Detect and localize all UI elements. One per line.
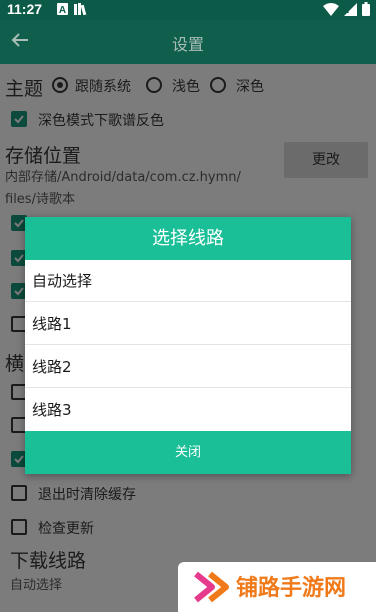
watermark-logo-icon <box>192 570 232 608</box>
dialog-item-line1[interactable]: 线路1 <box>25 303 351 345</box>
download-line-label[interactable]: 下载线路 <box>10 546 86 573</box>
clear-cache-label: 退出时清除缓存 <box>38 487 136 503</box>
partial-section-heading: 横 <box>5 353 25 375</box>
download-line-value: 自动选择 <box>10 578 63 593</box>
dialog-close-button[interactable]: 关闭 <box>25 431 351 474</box>
dark-invert-checkbox[interactable] <box>11 111 27 127</box>
theme-radio-light[interactable] <box>146 77 162 93</box>
theme-radio-system[interactable] <box>52 77 68 93</box>
watermark: 铺路手游网 <box>178 562 376 612</box>
dialog-item-auto[interactable]: 自动选择 <box>25 260 351 302</box>
theme-radio-dark[interactable] <box>210 77 226 93</box>
dialog-item-line2[interactable]: 线路2 <box>25 346 351 388</box>
check-update-label: 检查更新 <box>38 521 94 537</box>
app-bar: 设置 <box>0 20 376 64</box>
theme-option-system[interactable]: 跟随系统 <box>75 76 131 96</box>
battery-icon <box>362 2 370 21</box>
library-notification-icon <box>74 3 88 19</box>
check-update-checkbox[interactable] <box>11 519 27 535</box>
clear-cache-checkbox[interactable] <box>11 485 27 501</box>
signal-icon <box>344 2 357 21</box>
page-title: 设置 <box>171 35 204 54</box>
a-notification-icon: A <box>57 3 68 19</box>
dialog-item-line3[interactable]: 线路3 <box>25 389 351 431</box>
theme-label: 主题 <box>5 78 44 100</box>
storage-label: 存储位置 <box>5 145 82 167</box>
watermark-text: 铺路手游网 <box>236 576 347 601</box>
status-bar: 11:27 A <box>0 0 376 20</box>
svg-text:A: A <box>59 5 66 15</box>
wifi-icon <box>323 2 339 21</box>
select-line-dialog: 选择线路 自动选择 线路1 线路2 线路3 关闭 <box>25 217 351 474</box>
status-time: 11:27 <box>7 1 43 17</box>
status-icons <box>323 2 370 21</box>
dialog-title: 选择线路 <box>25 217 351 260</box>
theme-option-light[interactable]: 浅色 <box>172 76 200 96</box>
storage-path: 内部存储/Android/data/com.cz.hymn/ <box>5 170 241 185</box>
theme-option-dark[interactable]: 深色 <box>236 76 264 96</box>
dark-invert-label: 深色模式下歌谱反色 <box>38 113 164 129</box>
storage-path-cont: files/诗歌本 <box>5 192 75 207</box>
change-storage-button[interactable]: 更改 <box>284 142 368 178</box>
